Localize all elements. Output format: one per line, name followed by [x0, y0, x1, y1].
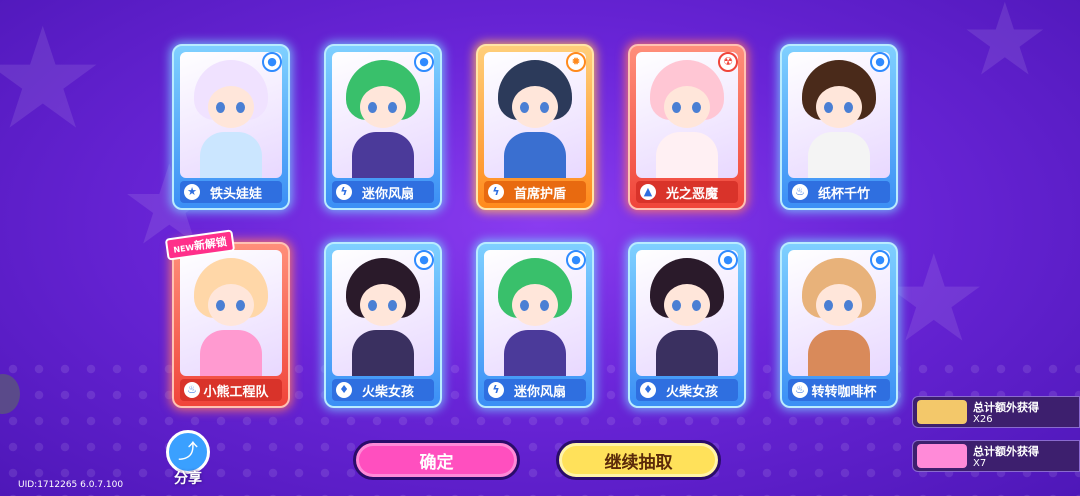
character-card[interactable]: ● ♦ 火柴女孩 — [324, 242, 442, 408]
character-name: 迷你风扇 — [513, 384, 566, 400]
character-card[interactable]: ● ϟ 迷你风扇 — [324, 44, 442, 210]
character-nameplate: ϟ 迷你风扇 — [484, 379, 586, 401]
character-nameplate: ϟ 迷你风扇 — [332, 181, 434, 203]
character-nameplate: ★ 铁头娃娃 — [180, 181, 282, 203]
character-name: 迷你风扇 — [361, 186, 414, 202]
new-tag-text: 新解锁 — [193, 235, 228, 253]
bomb-icon: ● — [870, 250, 890, 270]
bomb-icon: ● — [870, 52, 890, 72]
character-nameplate: ♦ 火柴女孩 — [636, 379, 738, 401]
confirm-button[interactable]: 确定 — [353, 440, 520, 480]
continue-draw-button[interactable]: 继续抽取 — [556, 440, 721, 480]
flame-icon: ♦ — [640, 382, 656, 398]
character-name: 火柴女孩 — [665, 384, 718, 400]
bomb-icon: ● — [566, 250, 586, 270]
gear-icon: ✹ — [566, 52, 586, 72]
character-nameplate: ♨ 纸杯千竹 — [788, 181, 890, 203]
character-name: 火柴女孩 — [361, 384, 414, 400]
character-nameplate: ♨ 转转咖啡杯 — [788, 379, 890, 401]
character-name: 光之恶魔 — [665, 186, 718, 202]
character-card[interactable]: ● ♦ 火柴女孩 — [628, 242, 746, 408]
extra-reward-panel: 总计额外获得 X7 — [912, 440, 1080, 472]
share-label: 分享 — [174, 471, 202, 487]
ticket-icon — [917, 400, 967, 424]
cupcake-icon: ♨ — [792, 184, 808, 200]
character-card[interactable]: ● ϟ 迷你风扇 — [476, 242, 594, 408]
radiation-icon: ☢ — [718, 52, 738, 72]
new-tag-prefix: NEW — [172, 242, 195, 255]
cupcake-icon: ♨ — [792, 382, 808, 398]
share-icon: ⤴ — [178, 439, 198, 463]
character-card[interactable]: ● ★ 铁头娃娃 — [172, 44, 290, 210]
bg-star-icon: ★ — [960, 0, 1050, 98]
flame-icon: ♦ — [336, 382, 352, 398]
extra-reward-count: X7 — [973, 458, 987, 469]
character-card[interactable]: ♨ 小熊工程队 NEW新解锁 — [164, 229, 290, 408]
bomb-icon: ● — [262, 52, 282, 72]
extra-reward-label: 总计额外获得 — [973, 401, 1039, 414]
character-nameplate: ♨ 小熊工程队 — [180, 379, 282, 401]
lightning-icon: ϟ — [488, 382, 504, 398]
character-card[interactable]: ● ♨ 转转咖啡杯 — [780, 242, 898, 408]
character-nameplate: ϟ 首席护盾 — [484, 181, 586, 203]
character-card[interactable]: ☢ ▲ 光之恶魔 — [628, 44, 746, 210]
cupcake-icon: ♨ — [184, 382, 200, 398]
bomb-icon: ● — [718, 250, 738, 270]
uid-text: UID:1712265 6.0.7.100 — [18, 480, 124, 490]
character-name: 转转咖啡杯 — [811, 384, 877, 400]
star-icon: ★ — [184, 184, 200, 200]
extra-reward-label: 总计额外获得 — [973, 445, 1039, 458]
character-portrait — [180, 250, 282, 376]
character-name: 小熊工程队 — [203, 384, 269, 400]
extra-reward-count: X26 — [973, 414, 993, 425]
character-card[interactable]: ● ♨ 纸杯千竹 — [780, 44, 898, 210]
character-name: 铁头娃娃 — [209, 186, 262, 202]
character-name: 首席护盾 — [513, 186, 566, 202]
extra-reward-panel: 总计额外获得 X26 — [912, 396, 1080, 428]
lightning-icon: ϟ — [336, 184, 352, 200]
character-nameplate: ♦ 火柴女孩 — [332, 379, 434, 401]
character-card[interactable]: ✹ ϟ 首席护盾 — [476, 44, 594, 210]
bg-star-icon: ★ — [0, 0, 106, 161]
character-nameplate: ▲ 光之恶魔 — [636, 181, 738, 203]
bomb-icon: ● — [414, 52, 434, 72]
ticket-icon — [917, 444, 967, 468]
bomb-icon: ● — [414, 250, 434, 270]
character-name: 纸杯千竹 — [817, 186, 870, 202]
triangle-icon: ▲ — [640, 184, 656, 200]
lightning-icon: ϟ — [488, 184, 504, 200]
